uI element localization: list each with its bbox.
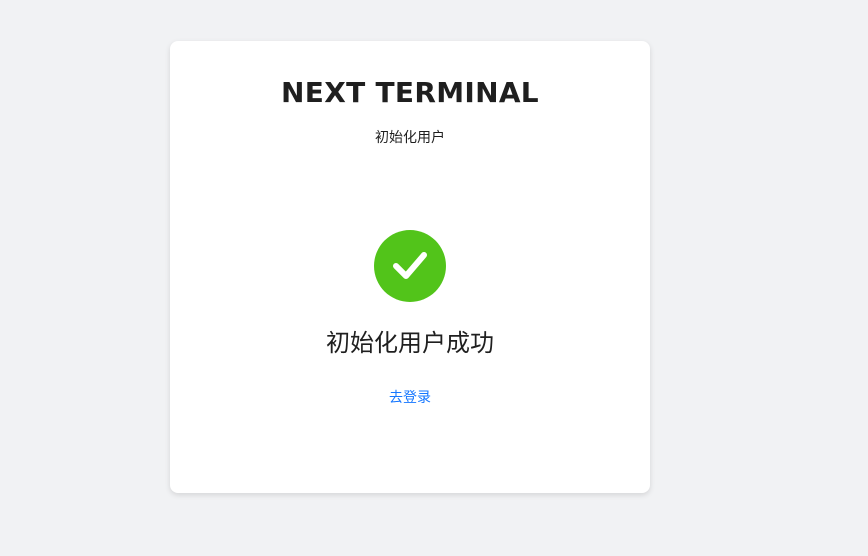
result-title: 初始化用户成功 [326, 329, 494, 357]
init-user-card: NEXT TERMINAL 初始化用户 初始化用户成功 去登录 [170, 41, 650, 493]
app-title: NEXT TERMINAL [281, 76, 539, 109]
check-circle-icon [374, 230, 446, 302]
go-login-link[interactable]: 去登录 [360, 387, 460, 409]
page-subtitle: 初始化用户 [375, 130, 445, 146]
